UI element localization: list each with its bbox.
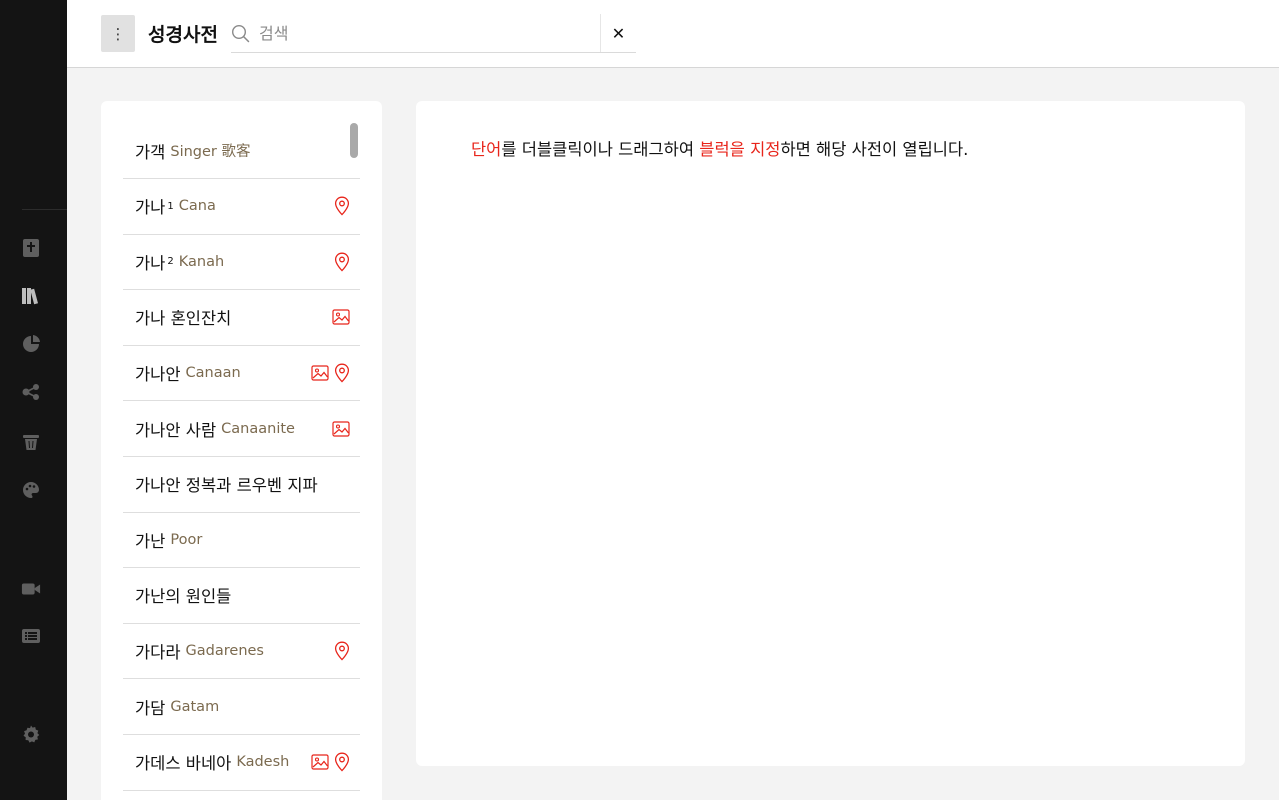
- term-badges: [332, 290, 350, 345]
- usage-hint: 단어를 더블클릭이나 드래그하여 블럭을 지정하면 해당 사전이 열립니다.: [471, 136, 968, 160]
- map-pin-icon[interactable]: [334, 363, 350, 383]
- term-badges: [334, 234, 350, 289]
- app-rail: [0, 0, 67, 800]
- search-icon: [231, 24, 250, 43]
- term-badges: [334, 623, 350, 678]
- term-korean: 가나안 사람: [135, 420, 217, 440]
- palette-icon[interactable]: [21, 480, 41, 500]
- term-korean: 가나: [135, 253, 166, 273]
- term-english: Kanah: [178, 253, 225, 270]
- term-badges: [311, 345, 350, 400]
- list-item[interactable]: 가나안 사람 Canaanite: [123, 401, 360, 457]
- term-korean: 가데스 바네아: [135, 754, 232, 774]
- image-icon[interactable]: [311, 754, 329, 770]
- page-title: 성경사전: [148, 24, 218, 46]
- list-item[interactable]: 가담 Gatam: [123, 679, 360, 735]
- list-item[interactable]: 가객 Singer 歌客: [123, 123, 360, 179]
- list-item[interactable]: 가다라 Gadarenes: [123, 623, 360, 680]
- share-nodes-icon[interactable]: [21, 382, 41, 402]
- term-korean: 가나안: [135, 364, 181, 384]
- term-homonym-number: 2: [167, 256, 174, 268]
- hint-text-1: 를 더블클릭이나 드래그하여: [501, 140, 700, 159]
- term-korean: 가난: [135, 531, 166, 551]
- search-bar: ✕: [231, 14, 636, 53]
- term-english: Cana: [178, 198, 216, 215]
- dictionary-list-panel: 가객 Singer 歌客 가나 1 Cana 가나 2 Kanah 가나 혼인잔치 가나안 Cana…: [101, 101, 382, 800]
- term-badges: [332, 401, 350, 456]
- video-camera-icon[interactable]: [21, 579, 41, 599]
- pie-chart-icon[interactable]: [21, 334, 41, 354]
- list-item[interactable]: 가나 1 Cana: [123, 179, 360, 235]
- term-english: Poor: [170, 531, 203, 548]
- term-english: Gatam: [170, 698, 220, 715]
- hint-select-block: 블럭을 지정: [699, 140, 781, 159]
- close-icon: ✕: [611, 23, 626, 43]
- term-korean: 가객: [135, 142, 166, 162]
- list-item[interactable]: 가데스 바네아 Kadesh: [123, 735, 360, 791]
- top-header: ⋮ 성경사전 ✕: [67, 0, 1279, 68]
- dictionary-content-panel: 단어를 더블클릭이나 드래그하여 블럭을 지정하면 해당 사전이 열립니다.: [416, 101, 1245, 766]
- list-item[interactable]: 가난 Poor: [123, 512, 360, 569]
- bible-icon[interactable]: [21, 238, 41, 258]
- kebab-menu-icon: ⋮: [110, 24, 126, 43]
- term-homonym-number: 1: [167, 200, 174, 212]
- term-english: Kadesh: [236, 754, 290, 771]
- list-item[interactable]: 가나안 정복과 르우벤 지파: [123, 457, 360, 513]
- term-english: Canaanite: [221, 420, 295, 437]
- map-pin-icon[interactable]: [334, 252, 350, 272]
- term-badges: [311, 735, 350, 790]
- library-icon[interactable]: [21, 286, 41, 306]
- clear-search-button[interactable]: ✕: [600, 14, 636, 52]
- term-english: Canaan: [185, 364, 241, 381]
- map-pin-icon[interactable]: [334, 196, 350, 216]
- list-scrollbar-thumb[interactable]: [350, 123, 358, 158]
- more-menu-button[interactable]: ⋮: [101, 15, 135, 52]
- term-korean: 가나: [135, 198, 166, 218]
- term-korean: 가담: [135, 698, 166, 718]
- list-item[interactable]: 가나 혼인잔치: [123, 290, 360, 346]
- image-icon[interactable]: [311, 365, 329, 381]
- map-pin-icon[interactable]: [334, 752, 350, 772]
- term-badges: [334, 179, 350, 234]
- list-icon[interactable]: [21, 626, 41, 646]
- hint-text-2: 하면 해당 사전이 열립니다.: [780, 140, 969, 159]
- term-korean: 가난의 원인들: [135, 587, 232, 607]
- term-english: Gadarenes: [185, 642, 264, 659]
- map-pin-icon[interactable]: [334, 641, 350, 661]
- hint-word: 단어: [471, 140, 502, 159]
- search-input[interactable]: [259, 20, 589, 46]
- list-item[interactable]: 가나안 Canaan: [123, 345, 360, 402]
- term-korean: 가다라: [135, 642, 181, 662]
- list-item[interactable]: 가난의 원인들: [123, 568, 360, 624]
- term-korean: 가나 혼인잔치: [135, 309, 232, 329]
- image-icon[interactable]: [332, 309, 350, 325]
- term-english: Singer 歌客: [170, 144, 251, 160]
- term-korean: 가나안 정복과 르우벤 지파: [135, 476, 318, 496]
- basket-icon[interactable]: [21, 432, 41, 452]
- rail-divider: [22, 209, 67, 210]
- list-item[interactable]: 가나 2 Kanah: [123, 234, 360, 291]
- image-icon[interactable]: [332, 420, 350, 437]
- gear-icon[interactable]: [21, 724, 41, 744]
